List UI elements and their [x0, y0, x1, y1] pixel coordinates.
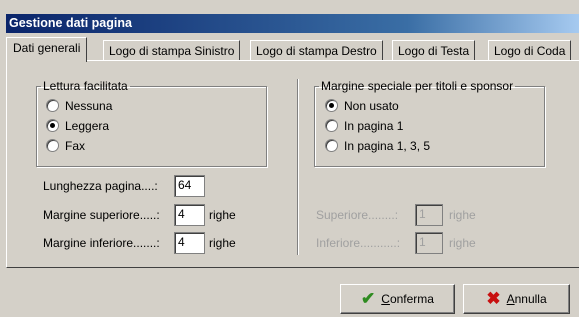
margine-superiore-label: Margine superiore.....:: [43, 208, 160, 222]
radio-leggera-label: Leggera: [65, 119, 110, 133]
inferiore-unit: righe: [449, 236, 476, 250]
radio-pagina-135-label: In pagina 1, 3, 5: [344, 139, 431, 153]
radio-pagina-135[interactable]: In pagina 1, 3, 5: [325, 138, 430, 154]
radio-leggera[interactable]: Leggera: [46, 118, 109, 134]
lunghezza-pagina-input[interactable]: 64: [174, 175, 205, 197]
tab-strip: Dati generali Logo di stampa Sinistro Lo…: [6, 37, 579, 62]
radio-fax-circle[interactable]: [46, 139, 59, 152]
superiore-input: 1: [415, 204, 443, 226]
annulla-button[interactable]: ✖ Annulla: [463, 284, 570, 314]
check-icon: ✔: [361, 289, 376, 308]
radio-pagina-1-circle[interactable]: [325, 119, 338, 132]
radio-non-usato-label: Non usato: [344, 99, 399, 113]
conferma-button[interactable]: ✔ Conferma: [340, 284, 455, 314]
margine-inferiore-input[interactable]: 4: [174, 232, 205, 254]
tab-panel: Lettura facilitata Nessuna Leggera Fax M…: [6, 60, 579, 268]
inferiore-label: Inferiore...........:: [316, 236, 401, 250]
radio-nessuna-label: Nessuna: [65, 99, 113, 113]
radio-pagina-135-circle[interactable]: [325, 139, 338, 152]
superiore-unit: righe: [449, 208, 476, 222]
radio-nessuna[interactable]: Nessuna: [46, 98, 112, 114]
window-title: Gestione dati pagina: [6, 14, 579, 33]
margine-superiore-input[interactable]: 4: [174, 204, 205, 226]
inferiore-input: 1: [415, 232, 443, 254]
conferma-label: Conferma: [381, 292, 434, 306]
radio-pagina-1[interactable]: In pagina 1: [325, 118, 403, 134]
tab-logo-coda[interactable]: Logo di Coda: [488, 40, 572, 61]
tab-logo-sinistro[interactable]: Logo di stampa Sinistro: [103, 40, 241, 61]
lunghezza-pagina-label: Lunghezza pagina....:: [43, 179, 158, 193]
radio-fax[interactable]: Fax: [46, 138, 85, 154]
margine-superiore-unit: righe: [209, 208, 236, 222]
lettura-facilitata-legend: Lettura facilitata: [43, 79, 128, 93]
radio-non-usato-circle[interactable]: [325, 99, 338, 112]
radio-pagina-1-label: In pagina 1: [344, 119, 404, 133]
superiore-label: Superiore........:: [316, 208, 399, 222]
cross-icon: ✖: [486, 289, 501, 308]
tab-logo-destro[interactable]: Logo di stampa Destro: [250, 40, 383, 61]
radio-leggera-circle[interactable]: [46, 119, 59, 132]
annulla-label: Annulla: [506, 292, 547, 306]
margine-inferiore-label: Margine inferiore.......:: [43, 236, 160, 250]
tab-dati-generali[interactable]: Dati generali: [6, 37, 88, 62]
radio-fax-label: Fax: [65, 139, 86, 153]
column-divider: [297, 79, 299, 255]
margine-inferiore-unit: righe: [209, 236, 236, 250]
radio-non-usato[interactable]: Non usato: [325, 98, 399, 114]
margine-speciale-legend: Margine speciale per titoli e sponsor: [321, 79, 514, 93]
radio-nessuna-circle[interactable]: [46, 99, 59, 112]
tab-logo-testa[interactable]: Logo di Testa: [392, 40, 476, 61]
